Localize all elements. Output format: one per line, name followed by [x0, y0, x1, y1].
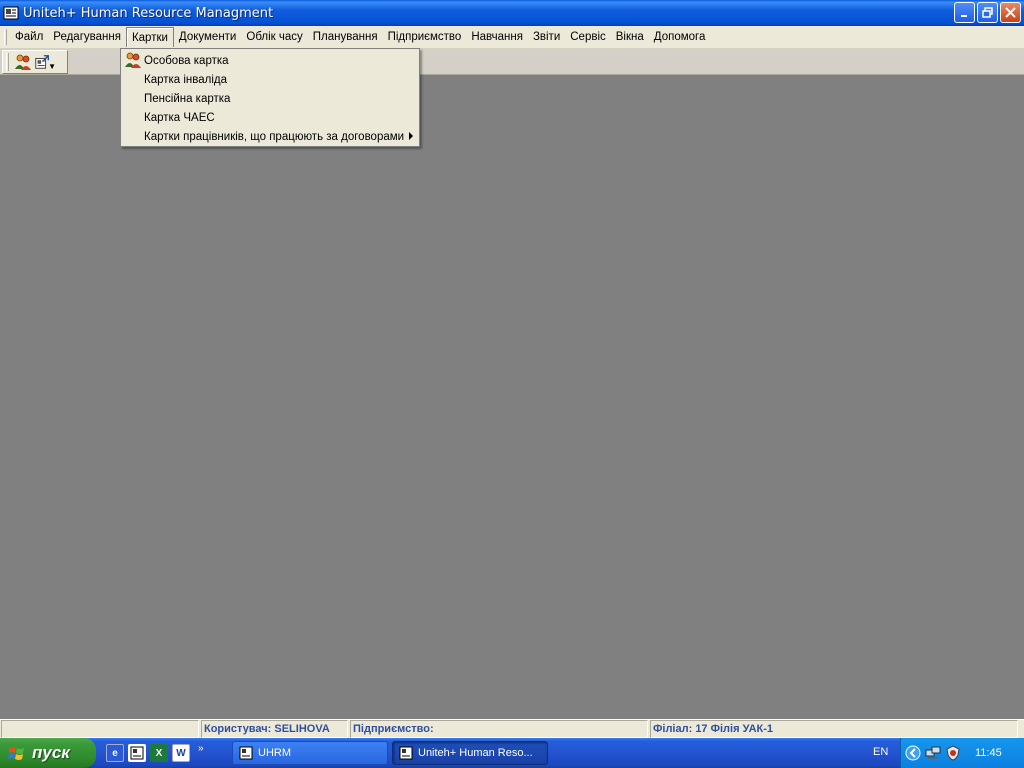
personal-card-button[interactable]	[12, 52, 34, 72]
chevron-left-icon[interactable]	[905, 745, 921, 761]
dropdown-item-disability-card[interactable]: Картка інваліда	[121, 70, 419, 89]
menu-help[interactable]: Допомога	[649, 27, 711, 47]
close-button[interactable]	[1000, 2, 1021, 23]
language-indicator[interactable]: EN	[873, 746, 888, 758]
close-icon	[1005, 7, 1016, 18]
app-icon	[239, 746, 253, 760]
quick-launch: e X W »	[106, 743, 204, 762]
menu-training[interactable]: Навчання	[466, 27, 528, 47]
word-quicklaunch-icon[interactable]: W	[172, 744, 190, 762]
minimize-icon	[960, 14, 967, 17]
title-bar[interactable]: Uniteh+ Human Resource Managment	[0, 0, 1024, 26]
toolbar-grip[interactable]	[6, 53, 9, 71]
application-window: Uniteh+ Human Resource Managment Файл Ре…	[0, 0, 1024, 768]
app-icon	[3, 6, 19, 20]
menu-documents[interactable]: Документи	[174, 27, 241, 47]
status-enterprise: Підприємство:	[350, 720, 648, 738]
menu-reports[interactable]: Звіти	[528, 27, 565, 47]
export-card-button[interactable]: ▼	[34, 52, 56, 72]
clock[interactable]: 11:45	[975, 747, 1002, 759]
security-shield-icon[interactable]	[945, 745, 961, 761]
ie-quicklaunch-icon[interactable]: e	[106, 744, 124, 762]
menu-enterprise[interactable]: Підприємство	[383, 27, 467, 47]
cards-dropdown-menu: Особова картка Картка інваліда Пенсійна …	[120, 48, 420, 147]
restore-icon	[982, 7, 993, 18]
dropdown-item-label: Пенсійна картка	[144, 92, 231, 105]
dropdown-item-personal-card[interactable]: Особова картка	[121, 51, 419, 70]
network-icon[interactable]	[925, 745, 941, 761]
excel-quicklaunch-icon[interactable]: X	[150, 744, 168, 762]
minimize-button[interactable]	[954, 2, 975, 23]
menu-time-tracking[interactable]: Облік часу	[241, 27, 307, 47]
taskbar-item-label: UHRM	[258, 747, 291, 759]
start-button[interactable]: пуск	[0, 738, 96, 768]
status-bar: Користувач: SELIHOVA Підприємство: Філіа…	[0, 719, 1024, 738]
people-icon	[15, 54, 31, 70]
dropdown-item-label: Картки працівників, що працюють за догов…	[144, 130, 405, 143]
menu-windows[interactable]: Вікна	[611, 27, 649, 47]
menubar-grip[interactable]	[4, 29, 7, 45]
toolbar-band: ▼	[2, 50, 68, 74]
chevron-right-icon[interactable]: »	[198, 743, 204, 754]
dropdown-item-label: Особова картка	[144, 54, 229, 67]
system-tray: EN 11:45	[873, 738, 1024, 768]
dropdown-item-contract-workers-cards[interactable]: Картки працівників, що працюють за догов…	[121, 127, 419, 146]
dropdown-arrow-icon[interactable]: ▼	[48, 62, 56, 71]
menu-bar: Файл Редагування Картки Документи Облік …	[0, 26, 1024, 49]
windows-flag-icon	[8, 747, 24, 760]
status-branch: Філіал: 17 Філія УАК-1	[650, 720, 1018, 738]
window-controls	[954, 2, 1021, 23]
restore-button[interactable]	[977, 2, 998, 23]
dropdown-item-label: Картка інваліда	[144, 73, 228, 86]
dropdown-item-label: Картка ЧАЕС	[144, 111, 215, 124]
menu-file[interactable]: Файл	[10, 27, 48, 47]
status-user: Користувач: SELIHOVA	[201, 720, 348, 738]
menu-edit[interactable]: Редагування	[48, 27, 126, 47]
dropdown-item-pension-card[interactable]: Пенсійна картка	[121, 89, 419, 108]
app-icon	[130, 746, 144, 760]
taskbar-item-label: Uniteh+ Human Reso...	[418, 747, 533, 759]
status-panel-empty	[1, 720, 199, 738]
menu-planning[interactable]: Планування	[308, 27, 383, 47]
dropdown-item-chaes-card[interactable]: Картка ЧАЕС	[121, 108, 419, 127]
taskbar-item-uhrm[interactable]: UHRM	[232, 741, 388, 765]
taskbar-item-uniteh[interactable]: Uniteh+ Human Reso...	[392, 741, 548, 765]
menu-cards[interactable]: Картки	[125, 27, 174, 47]
start-label: пуск	[32, 743, 70, 762]
taskbar: пуск e X W » UHRM Uniteh+ Human Reso... …	[0, 738, 1024, 768]
uhrm-quicklaunch-icon[interactable]	[128, 744, 146, 762]
people-icon	[125, 52, 141, 68]
submenu-arrow-icon	[409, 132, 413, 140]
menu-service[interactable]: Сервіс	[565, 27, 611, 47]
app-icon	[399, 746, 413, 760]
window-title: Uniteh+ Human Resource Managment	[23, 5, 274, 21]
